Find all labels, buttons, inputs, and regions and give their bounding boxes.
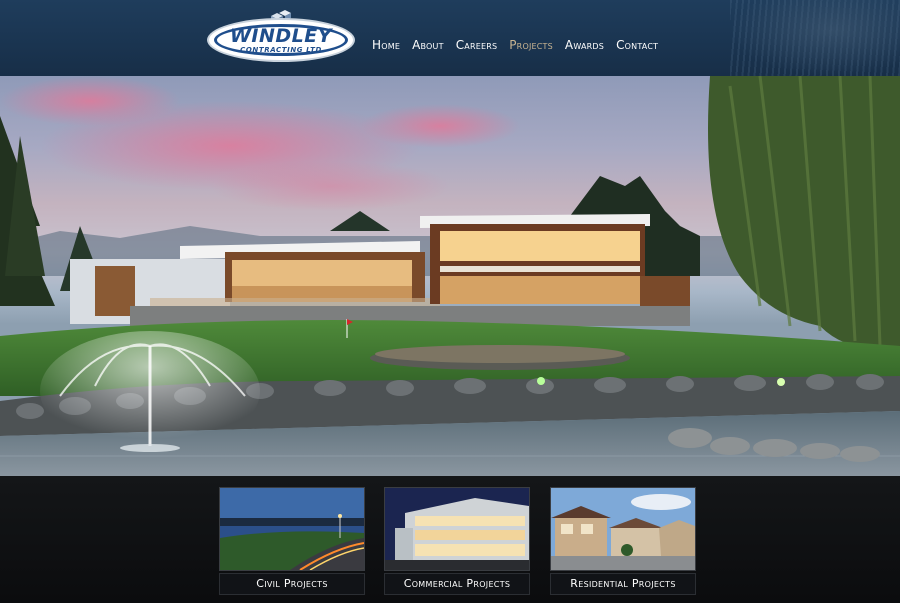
commercial-projects-thumbnail[interactable] [384,487,530,571]
golf-clubhouse-photo [0,76,900,476]
hero-image [0,76,900,476]
logo-subtitle: CONTRACTING LTD [240,46,322,54]
civil-projects-label[interactable]: Civil Projects [219,573,365,595]
nav-projects[interactable]: Projects [509,36,553,54]
nav-awards[interactable]: Awards [565,36,604,54]
residential-projects-thumbnail[interactable] [550,487,696,571]
project-categories: Civil Projects Commercial Projects Resid… [0,476,900,603]
nav-careers[interactable]: Careers [456,36,498,54]
windley-logo[interactable]: WINDLEY CONTRACTING LTD [207,10,357,64]
nav-contact[interactable]: Contact [616,36,658,54]
civil-projects-thumbnail[interactable] [219,487,365,571]
nav-about[interactable]: About [412,36,444,54]
townhouses-photo [551,488,695,570]
highway-night-photo [220,488,364,570]
nav-home[interactable]: Home [372,36,400,54]
commercial-projects-tile[interactable]: Commercial Projects [384,487,530,599]
office-building-photo [385,488,529,570]
main-nav: Home About Careers Projects Awards Conta… [372,36,670,54]
site-header: WINDLEY CONTRACTING LTD Home About Caree… [0,0,900,76]
header-background-tree [730,0,900,76]
commercial-projects-label[interactable]: Commercial Projects [384,573,530,595]
residential-projects-label[interactable]: Residential Projects [550,573,696,595]
logo-title: WINDLEY [229,25,333,47]
residential-projects-tile[interactable]: Residential Projects [550,487,696,599]
civil-projects-tile[interactable]: Civil Projects [219,487,365,599]
